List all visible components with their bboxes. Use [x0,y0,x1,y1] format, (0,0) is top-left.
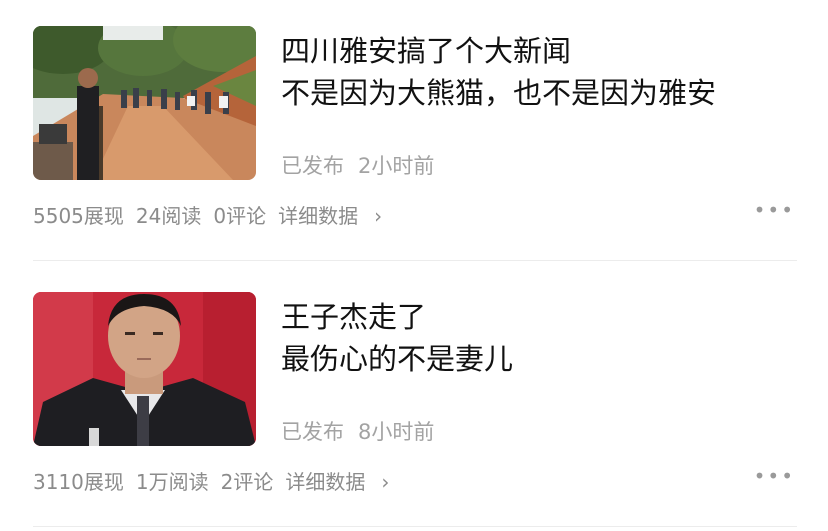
comments-count: 0评论 [213,204,267,228]
divider [33,526,797,527]
road-crowd-photo [33,26,256,180]
views-count: 3110展现 [33,470,124,494]
reads-count: 24阅读 [135,204,202,228]
publish-time: 8小时前 [358,420,435,444]
article-title[interactable]: 王子杰走了 最伤心的不是妻儿 [281,296,793,380]
detail-data-link[interactable]: 详细数据 › [285,470,401,494]
views-count: 5505展现 [33,204,124,228]
chevron-right-icon: › [374,204,383,228]
more-dots-icon[interactable]: ••• [754,198,795,222]
article-title-line2: 不是因为大熊猫，也不是因为雅安 [281,76,717,110]
status-label: 已发布 [281,420,344,444]
publish-status: 已发布 8小时前 [281,416,434,446]
article-thumbnail[interactable] [33,26,256,180]
publish-time: 2小时前 [358,154,435,178]
divider [33,260,797,261]
more-dots-icon[interactable]: ••• [754,464,795,488]
status-label: 已发布 [281,154,344,178]
article-title[interactable]: 四川雅安搞了个大新闻 不是因为大熊猫，也不是因为雅安 [281,30,793,114]
article-stats: 3110展现 1万阅读 2评论 详细数据 › [33,466,401,495]
publish-status: 已发布 2小时前 [281,150,434,180]
article-title-line1: 王子杰走了 [281,300,427,334]
detail-data-label: 详细数据 [285,470,366,494]
reads-count: 1万阅读 [135,470,209,494]
article-thumbnail[interactable] [33,292,256,446]
article-stats: 5505展现 24阅读 0评论 详细数据 › [33,200,394,229]
detail-data-label: 详细数据 [278,204,359,228]
article-title-line2: 最伤心的不是妻儿 [281,342,514,376]
detail-data-link[interactable]: 详细数据 › [278,204,394,228]
article-title-line1: 四川雅安搞了个大新闻 [281,34,572,68]
chevron-right-icon: › [381,470,390,494]
portrait-photo [33,292,256,446]
comments-count: 2评论 [220,470,274,494]
